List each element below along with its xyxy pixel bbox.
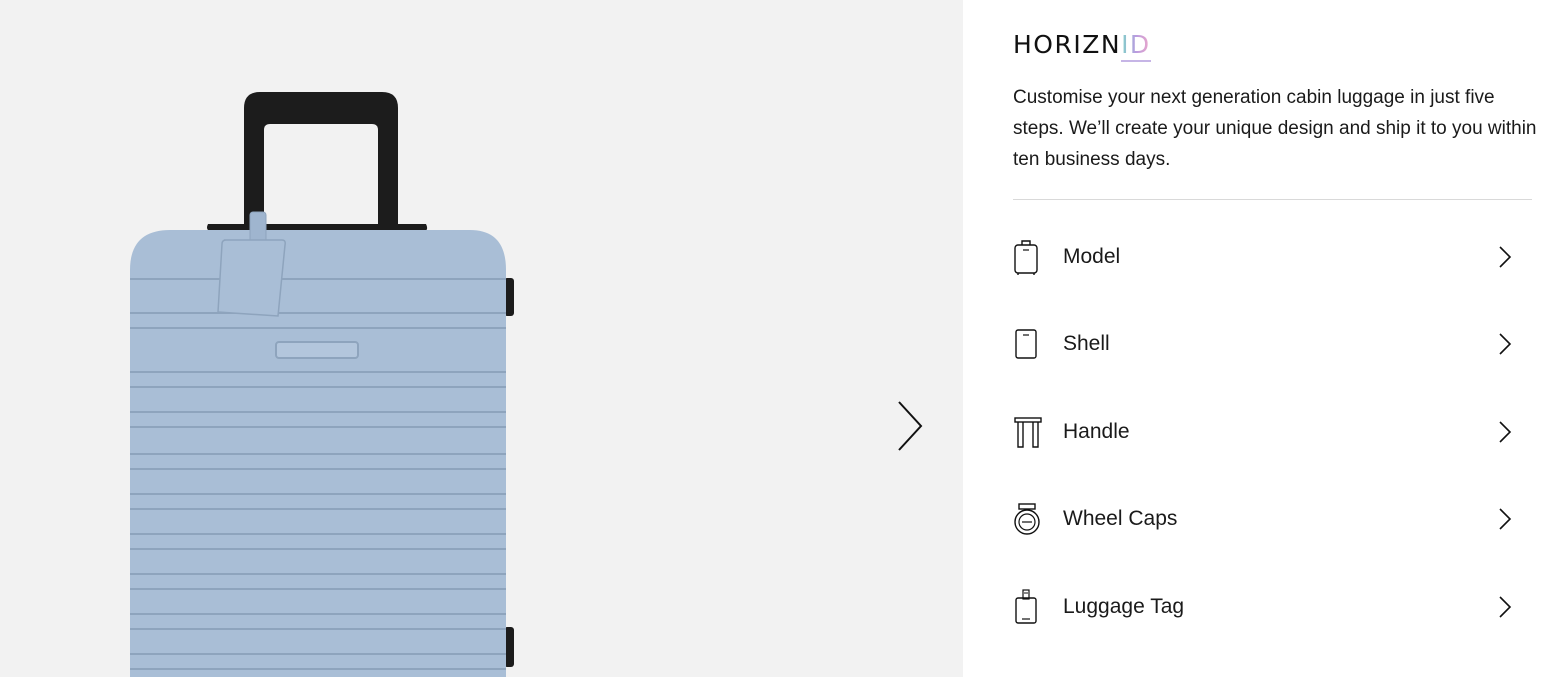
divider	[1013, 199, 1532, 200]
step-label: Luggage Tag	[1063, 594, 1185, 618]
wheel-cap-icon	[1013, 499, 1045, 539]
handle-icon	[1013, 412, 1045, 452]
step-label: Handle	[1063, 419, 1130, 443]
step-label: Shell	[1063, 332, 1110, 356]
step-shell[interactable]: Shell	[1013, 301, 1532, 389]
step-wheel-caps[interactable]: Wheel Caps	[1013, 476, 1532, 564]
chevron-right-icon	[1499, 333, 1512, 355]
step-handle[interactable]: Handle	[1013, 388, 1532, 476]
brand-logo[interactable]: HORIZNID	[1013, 30, 1151, 62]
intro-text: Customise your next generation cabin lug…	[1013, 87, 1537, 170]
chevron-right-icon	[1499, 596, 1512, 618]
chevron-right-icon	[1499, 508, 1512, 530]
chevron-right-icon	[898, 401, 923, 451]
step-luggage-tag[interactable]: Luggage Tag	[1013, 563, 1532, 651]
next-image-button[interactable]	[888, 396, 932, 456]
step-label: Model	[1063, 244, 1121, 268]
logo-text: HORIZN	[1013, 30, 1122, 59]
logo-id-text: ID	[1121, 30, 1151, 62]
configurator-panel: HORIZNID Customise your next generation …	[963, 0, 1561, 677]
suitcase-image	[130, 92, 514, 677]
chevron-right-icon	[1499, 421, 1512, 443]
product-preview	[0, 0, 963, 677]
step-list: Model Shell Handle Wheel Caps Luggage Ta…	[1013, 213, 1532, 651]
shell-icon	[1013, 324, 1045, 364]
suitcase-icon	[1013, 237, 1045, 277]
step-label: Wheel Caps	[1063, 507, 1178, 531]
step-model[interactable]: Model	[1013, 213, 1532, 301]
luggage-tag-icon	[1013, 587, 1045, 627]
chevron-right-icon	[1499, 246, 1512, 268]
